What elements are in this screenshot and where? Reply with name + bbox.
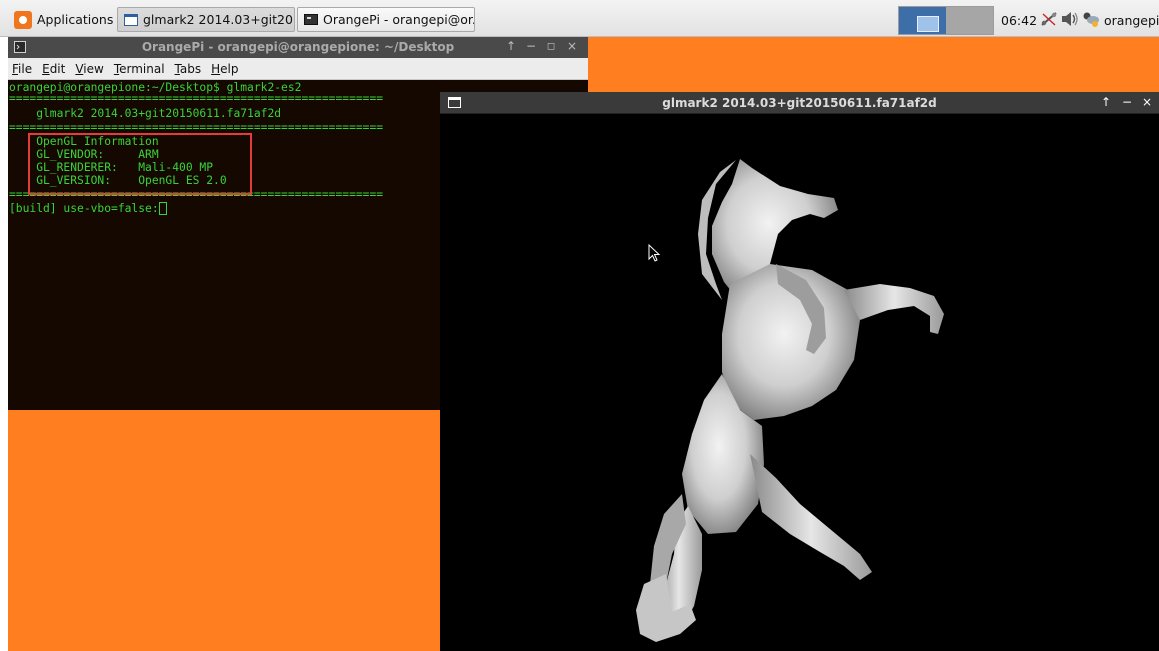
- menu-file[interactable]: File: [12, 62, 32, 76]
- glmark2-window[interactable]: glmark2 2014.03+git20150611.fa71af2d ↑ −…: [440, 92, 1159, 651]
- weather-icon[interactable]: [1082, 11, 1100, 27]
- mouse-pointer-icon: [648, 243, 661, 262]
- applications-menu-button[interactable]: Applications: [8, 7, 116, 32]
- menu-tabs[interactable]: Tabs: [175, 62, 202, 76]
- terminal-always-on-top-button[interactable]: ↑: [504, 39, 518, 53]
- clock[interactable]: 06:42: [1001, 13, 1037, 28]
- menu-help[interactable]: Help: [211, 62, 238, 76]
- network-icon[interactable]: [1040, 11, 1058, 27]
- workspace-1[interactable]: [899, 7, 946, 34]
- taskbar-item-label: OrangePi - orangepi@or...: [323, 12, 475, 27]
- terminal-icon: [304, 14, 318, 25]
- taskbar-item-terminal[interactable]: OrangePi - orangepi@or...: [297, 7, 475, 32]
- glmark2-always-on-top-button[interactable]: ↑: [1099, 95, 1113, 109]
- rearing-horse-model: [636, 159, 944, 642]
- terminal-cursor: [158, 202, 167, 215]
- workspace-switcher[interactable]: [898, 6, 994, 35]
- workspace-2[interactable]: [946, 7, 993, 34]
- terminal-close-button[interactable]: ×: [565, 39, 579, 53]
- menu-edit[interactable]: Edit: [42, 62, 65, 76]
- orangepi-logo-icon: [14, 10, 32, 29]
- top-panel: Applications glmark2 2014.03+git201... O…: [0, 0, 1159, 37]
- terminal-maximize-button[interactable]: ◻: [544, 41, 558, 52]
- window-icon: [124, 13, 138, 26]
- glmark2-minimize-button[interactable]: −: [1120, 95, 1134, 109]
- taskbar-item-label: glmark2 2014.03+git201...: [143, 12, 294, 27]
- terminal-minimize-button[interactable]: −: [524, 39, 538, 53]
- opengl-info-highlight: [28, 133, 252, 195]
- terminal-prompt-text: [build] use-vbo=false:: [9, 202, 159, 215]
- menu-terminal[interactable]: Terminal: [114, 62, 165, 76]
- glmark2-titlebar[interactable]: glmark2 2014.03+git20150611.fa71af2d ↑ −…: [440, 92, 1159, 114]
- glmark2-render-canvas[interactable]: [440, 114, 1159, 651]
- terminal-titlebar[interactable]: OrangePi - orangepi@orangepione: ~/Deskt…: [8, 37, 588, 58]
- terminal-menubar: File Edit View Terminal Tabs Help: [8, 58, 588, 80]
- glmark2-title: glmark2 2014.03+git20150611.fa71af2d: [662, 96, 937, 110]
- glmark2-close-button[interactable]: ×: [1140, 95, 1154, 109]
- terminal-title: OrangePi - orangepi@orangepione: ~/Deskt…: [141, 40, 455, 54]
- taskbar-item-glmark[interactable]: glmark2 2014.03+git201...: [117, 7, 295, 32]
- user-label[interactable]: orangepi: [1104, 13, 1159, 28]
- volume-icon[interactable]: [1061, 11, 1079, 27]
- applications-label: Applications: [37, 12, 114, 27]
- menu-view[interactable]: View: [75, 62, 103, 76]
